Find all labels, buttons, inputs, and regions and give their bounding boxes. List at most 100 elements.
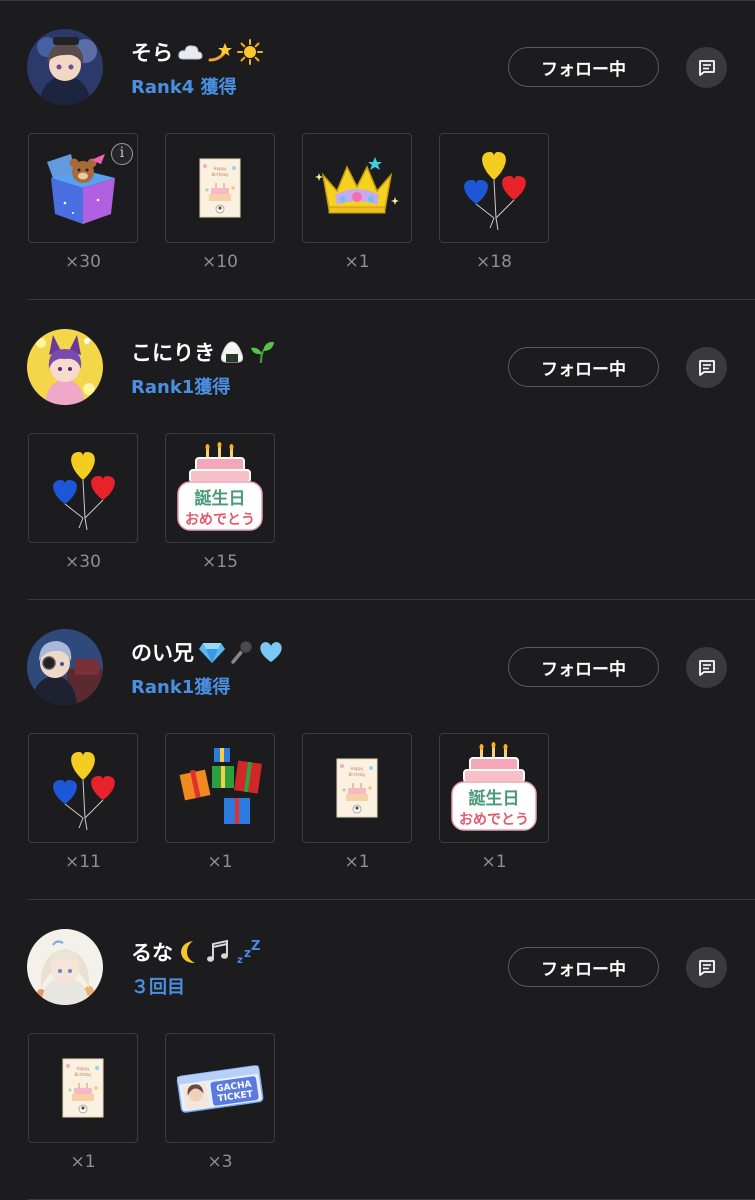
dizzy-emoji <box>207 40 233 64</box>
gift-thumbnail[interactable]: Happy Birthday <box>302 733 412 843</box>
supporter-card: るな zzZ ３回目 フォロー中 Happy Birthday ×1 GACHA… <box>0 900 755 1200</box>
gift-thumbnail[interactable]: 誕生日 おめでとう <box>439 733 549 843</box>
gift-count: ×18 <box>476 252 512 272</box>
avatar[interactable] <box>27 329 103 405</box>
message-button[interactable] <box>686 47 727 88</box>
gift-count: ×10 <box>202 252 238 272</box>
svg-text:Z: Z <box>251 939 260 954</box>
rice-ball-emoji <box>219 340 245 364</box>
crown-icon <box>315 157 399 214</box>
gift-item[interactable]: 誕生日 おめでとう ×15 <box>165 433 275 572</box>
microphone-emoji <box>230 639 254 665</box>
message-button[interactable] <box>686 647 727 688</box>
gift-count: ×1 <box>481 852 507 872</box>
chat-icon <box>698 59 715 76</box>
chat-icon <box>698 959 715 976</box>
svg-text:z: z <box>244 946 251 960</box>
user-name-text: のい兄 <box>131 641 194 665</box>
gift-item[interactable]: ×1 <box>302 133 412 272</box>
info-icon[interactable]: i <box>111 143 133 165</box>
music-notes-emoji <box>205 939 231 965</box>
avatar[interactable] <box>27 29 103 105</box>
gift-count: ×1 <box>207 852 233 872</box>
supporter-card: こにりき Rank1獲得 フォロー中 ×30 誕生日 おめでとう ×15 <box>0 300 755 600</box>
svg-text:Birthday: Birthday <box>212 172 230 177</box>
gift-item[interactable]: GACHA TICKET ×3 <box>165 1033 275 1172</box>
sun-emoji <box>237 39 263 65</box>
svg-text:Happy: Happy <box>77 1066 91 1071</box>
gift-count: ×30 <box>65 552 101 572</box>
gift-count: ×11 <box>65 852 101 872</box>
heart-balloons-icon <box>53 452 115 531</box>
gift-count: ×15 <box>202 552 238 572</box>
message-button[interactable] <box>686 947 727 988</box>
gift-count: ×30 <box>65 252 101 272</box>
gift-thumbnail[interactable]: 誕生日 おめでとう <box>165 433 275 543</box>
birthday-cake-sticker-icon: 誕生日 おめでとう <box>177 442 263 531</box>
gift-item[interactable]: 誕生日 おめでとう ×1 <box>439 733 549 872</box>
gift-thumbnail[interactable] <box>165 733 275 843</box>
svg-text:z: z <box>237 955 243 965</box>
chat-icon <box>698 359 715 376</box>
gift-item[interactable]: ×1 <box>165 733 275 872</box>
gift-item[interactable]: Happy Birthday ×10 <box>165 133 275 272</box>
svg-text:Happy: Happy <box>214 166 228 171</box>
present-boxes-icon <box>179 748 262 824</box>
sticker-top-text: 誕生日 <box>195 488 246 509</box>
gacha-ticket-icon: GACHA TICKET <box>176 1065 264 1113</box>
gift-thumbnail[interactable]: Happy Birthday <box>28 1033 138 1143</box>
birthday-card-icon: Happy Birthday <box>199 158 241 218</box>
user-name-text: こにりき <box>131 341 215 365</box>
message-button[interactable] <box>686 347 727 388</box>
zzz-emoji: zzZ <box>235 939 261 965</box>
birthday-cake-sticker-icon: 誕生日 おめでとう <box>451 742 537 831</box>
heart-balloons-icon <box>464 152 526 231</box>
gem-emoji <box>198 640 226 664</box>
gift-count: ×1 <box>70 1152 96 1172</box>
rank-label: Rank4 獲得 <box>131 77 237 98</box>
gift-thumbnail[interactable] <box>302 133 412 243</box>
gift-thumbnail[interactable] <box>28 733 138 843</box>
sticker-top-text: 誕生日 <box>469 788 520 809</box>
gift-item[interactable]: Happy Birthday ×1 <box>302 733 412 872</box>
supporter-card: そら Rank4 獲得 フォロー中 i ×30 Happy Birthday ×… <box>0 0 755 300</box>
user-name-text: そら <box>131 41 173 65</box>
avatar[interactable] <box>27 929 103 1005</box>
sticker-bottom-text: おめでとう <box>459 812 529 828</box>
birthday-card-icon: Happy Birthday <box>336 758 378 818</box>
cloud-emoji <box>177 41 203 63</box>
user-name-text: るな <box>131 941 173 965</box>
avatar[interactable] <box>27 629 103 705</box>
svg-text:Birthday: Birthday <box>75 1072 93 1077</box>
gift-thumbnail[interactable] <box>439 133 549 243</box>
svg-text:Happy: Happy <box>351 766 365 771</box>
gift-thumbnail[interactable]: i <box>28 133 138 243</box>
gift-item[interactable]: ×18 <box>439 133 549 272</box>
rank-label: ３回目 <box>131 977 185 998</box>
seedling-emoji <box>249 339 275 365</box>
teddy-gift-box-icon <box>47 154 115 224</box>
blue-heart-emoji <box>258 640 284 664</box>
gift-item[interactable]: i ×30 <box>28 133 138 272</box>
user-name: のい兄 <box>131 638 284 666</box>
gift-item[interactable]: ×30 <box>28 433 138 572</box>
user-name: るな zzZ <box>131 938 261 966</box>
gift-count: ×3 <box>207 1152 233 1172</box>
rank-label: Rank1獲得 <box>131 677 231 698</box>
following-button[interactable]: フォロー中 <box>508 647 659 687</box>
sticker-bottom-text: おめでとう <box>185 512 255 528</box>
supporter-card: のい兄 Rank1獲得 フォロー中 ×11 ×1 Happy Birthday … <box>0 600 755 900</box>
following-button[interactable]: フォロー中 <box>508 347 659 387</box>
svg-text:Birthday: Birthday <box>349 772 367 777</box>
gift-thumbnail[interactable] <box>28 433 138 543</box>
following-button[interactable]: フォロー中 <box>508 47 659 87</box>
gift-thumbnail[interactable]: Happy Birthday <box>165 133 275 243</box>
user-name: こにりき <box>131 338 275 366</box>
gift-item[interactable]: ×11 <box>28 733 138 872</box>
gift-thumbnail[interactable]: GACHA TICKET <box>165 1033 275 1143</box>
crescent-moon-emoji <box>177 939 201 965</box>
following-button[interactable]: フォロー中 <box>508 947 659 987</box>
gift-item[interactable]: Happy Birthday ×1 <box>28 1033 138 1172</box>
chat-icon <box>698 659 715 676</box>
gift-count: ×1 <box>344 852 370 872</box>
